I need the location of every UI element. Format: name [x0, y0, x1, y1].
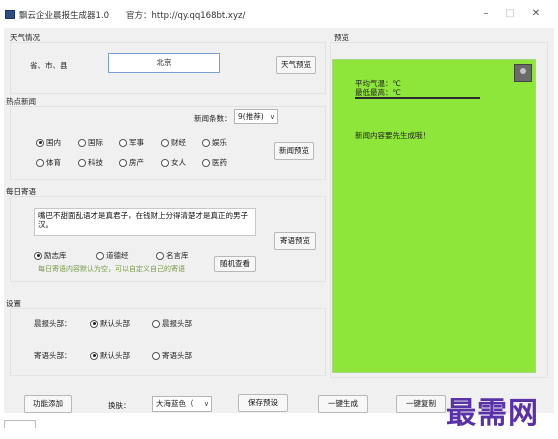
radio-icon: [96, 251, 104, 260]
weather-preview-button[interactable]: 天气预览: [276, 56, 316, 74]
quote-hint: 每日寄语内容默认为空，可以自定义自己的寄语: [38, 265, 185, 273]
preview-divider: [355, 97, 480, 99]
morning-header-label: 晨报头部：: [34, 319, 72, 328]
maximize-icon[interactable]: □: [502, 7, 518, 21]
skin-value: 大海蓝色（: [156, 399, 194, 408]
news-count-select[interactable]: 9(推荐) ∨: [234, 109, 278, 124]
quote-option-daodejing[interactable]: 道德经: [96, 250, 129, 261]
radio-icon: [202, 138, 210, 147]
news-option-domestic[interactable]: 国内: [36, 137, 61, 148]
preview-area: 平均气温：℃ 最低最高：℃ 新闻内容要先生成哦！: [332, 59, 536, 373]
radio-checked-icon: [34, 251, 42, 260]
chevron-down-icon: ∨: [269, 113, 275, 121]
radio-icon: [202, 158, 210, 167]
radio-checked-icon: [36, 138, 44, 147]
news-option-entertainment[interactable]: 娱乐: [202, 137, 227, 148]
news-option-medicine[interactable]: 医药: [202, 157, 227, 168]
radio-icon: [156, 251, 164, 260]
skin-label: 换肤：: [108, 401, 131, 410]
radio-icon: [78, 158, 86, 167]
quote-option-inspiration[interactable]: 励志库: [34, 250, 67, 261]
radio-icon: [161, 158, 169, 167]
news-option-sports[interactable]: 体育: [36, 157, 61, 168]
quote-header-default[interactable]: 默认头部: [90, 350, 130, 361]
quote-preview-button[interactable]: 寄语预览: [274, 232, 316, 250]
avatar[interactable]: [514, 64, 532, 82]
news-option-realestate[interactable]: 房产: [119, 157, 144, 168]
quote-textarea[interactable]: 嘴巴不甜面乱语才是真君子，在钱财上分得清楚才是真正的男子汉。: [34, 208, 256, 236]
location-label: 省、市、县: [30, 61, 68, 70]
add-feature-button[interactable]: 功能添加: [24, 395, 72, 413]
watermark-logo: 最需网: [446, 396, 539, 431]
radio-checked-icon: [90, 351, 98, 360]
copy-button[interactable]: 一键复制: [396, 395, 446, 413]
chevron-down-icon: ∨: [203, 400, 209, 408]
close-icon[interactable]: ✕: [528, 7, 544, 21]
save-preset-button[interactable]: 保存预设: [238, 394, 288, 412]
radio-icon: [119, 138, 127, 147]
minimize-icon[interactable]: –: [478, 7, 494, 21]
news-option-finance[interactable]: 财经: [161, 137, 186, 148]
quote-option-famous[interactable]: 名言库: [156, 250, 189, 261]
radio-icon: [119, 158, 127, 167]
location-input[interactable]: 北京: [108, 53, 220, 73]
news-option-tech[interactable]: 科技: [78, 157, 103, 168]
taskbar-tab: [4, 420, 36, 428]
news-option-military[interactable]: 军事: [119, 137, 144, 148]
app-icon: [5, 10, 15, 19]
news-option-women[interactable]: 女人: [161, 157, 186, 168]
radio-icon: [161, 138, 169, 147]
news-preview-button[interactable]: 新闻预览: [274, 142, 314, 160]
radio-icon: [36, 158, 44, 167]
radio-checked-icon: [90, 319, 98, 328]
news-count-value: 9(推荐): [238, 112, 264, 121]
radio-icon: [152, 351, 160, 360]
quote-header-custom[interactable]: 寄语头部: [152, 350, 192, 361]
news-option-international[interactable]: 国际: [78, 137, 103, 148]
title-bar: 飘云企业晨报生成器1.0 官方：http://qy.qq168bt.xyz/ –…: [0, 0, 558, 28]
morning-header-default[interactable]: 默认头部: [90, 318, 130, 329]
window-title: 飘云企业晨报生成器1.0 官方：http://qy.qq168bt.xyz/: [19, 11, 246, 21]
radio-icon: [152, 319, 160, 328]
skin-select[interactable]: 大海蓝色（ ∨: [152, 396, 212, 412]
quote-header-label: 寄语头部：: [34, 351, 72, 360]
random-view-button[interactable]: 随机查看: [214, 256, 256, 272]
news-status-text: 新闻内容要先生成哦！: [355, 131, 430, 140]
news-count-label: 新闻条数：: [194, 114, 232, 123]
radio-icon: [78, 138, 86, 147]
generate-button[interactable]: 一键生成: [318, 395, 368, 413]
morning-header-custom[interactable]: 晨报头部: [152, 318, 192, 329]
